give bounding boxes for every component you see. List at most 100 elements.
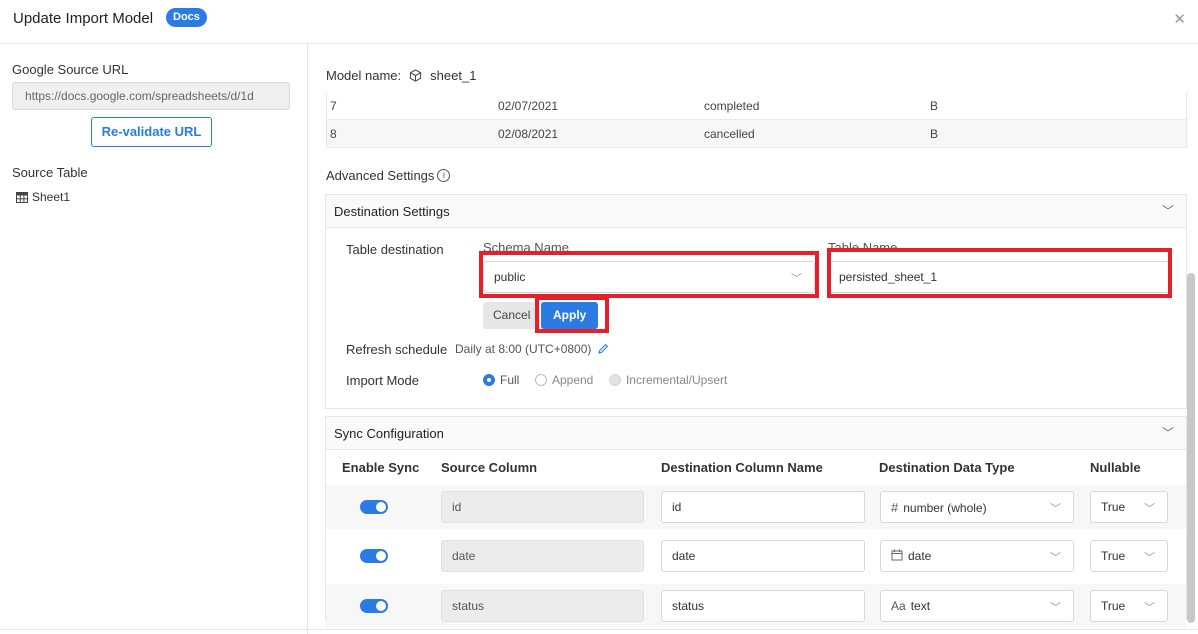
nullable-select[interactable]: True ﹀ (1090, 590, 1168, 622)
refresh-schedule-value: Daily at 8:00 (UTC+0800) (455, 342, 592, 356)
table-name-label: Table Name (828, 240, 898, 255)
modal-header: Update Import Model Docs ✕ (0, 0, 1198, 44)
cell: completed (704, 99, 760, 113)
destination-column-input[interactable]: status (661, 590, 865, 622)
destination-column-input[interactable]: id (661, 491, 865, 523)
radio-label: Full (500, 373, 520, 387)
source-table-label: Source Table (12, 165, 88, 180)
nullable-value: True (1101, 599, 1126, 613)
sync-configuration-header[interactable]: Sync Configuration ﹀ (326, 417, 1186, 450)
radio-append[interactable]: Append (534, 373, 594, 387)
schema-select[interactable]: public ﹀ (483, 261, 815, 293)
data-type-select[interactable]: date ﹀ (880, 540, 1074, 572)
info-icon[interactable]: i (437, 169, 451, 182)
table-destination-label: Table destination (346, 242, 444, 257)
data-type-value: date (908, 549, 932, 563)
chevron-down-icon: ﹀ (1144, 552, 1155, 564)
nullable-value: True (1101, 500, 1126, 514)
revalidate-url-button[interactable]: Re-validate URL (91, 117, 212, 147)
chevron-down-icon: ﹀ (791, 273, 802, 285)
scrollbar[interactable] (1187, 273, 1195, 623)
data-type-value: number (whole) (903, 501, 987, 515)
column-header: Enable Sync (342, 460, 420, 475)
source-column-field: status (441, 590, 644, 622)
radio-selected-icon (483, 374, 495, 386)
destination-column-input[interactable]: date (661, 540, 865, 572)
cell: B (930, 99, 939, 113)
column-header: Nullable (1090, 460, 1141, 475)
divider (0, 629, 1198, 630)
radio-disabled-icon (608, 374, 621, 386)
advanced-settings-label: Advanced Settings (326, 168, 435, 183)
chevron-down-icon[interactable]: ﹀ (1162, 202, 1174, 219)
sync-configuration-title: Sync Configuration (334, 426, 444, 441)
sync-configuration-body: Enable Sync Source Column Destination Co… (326, 450, 1186, 628)
table-row: 8 02/08/2021 cancelled B (327, 120, 1186, 148)
column-header: Destination Data Type (879, 460, 1015, 475)
radio-full[interactable]: Full (483, 373, 519, 387)
cube-icon (410, 69, 422, 82)
nullable-select[interactable]: True ﹀ (1090, 491, 1168, 523)
enable-sync-toggle[interactable] (360, 599, 388, 613)
chevron-down-icon: ﹀ (1144, 503, 1155, 515)
table-name-input[interactable]: persisted_sheet_1 (828, 261, 1169, 293)
table-row: 7 02/07/2021 completed B (327, 92, 1186, 120)
apply-button[interactable]: Apply (541, 302, 599, 329)
nullable-select[interactable]: True ﹀ (1090, 540, 1168, 572)
enable-sync-toggle[interactable] (360, 549, 388, 563)
table-grid-icon (16, 191, 28, 203)
import-mode-label: Import Mode (346, 373, 419, 388)
hash-icon: # (891, 500, 899, 515)
source-url-input[interactable]: https://docs.google.com/spreadsheets/d/1… (12, 82, 290, 110)
pencil-icon[interactable] (597, 343, 609, 355)
source-panel: Google Source URL https://docs.google.co… (0, 44, 308, 634)
preview-table: 7 02/07/2021 completed B 8 02/08/2021 ca… (326, 92, 1187, 148)
cancel-button[interactable]: Cancel (483, 302, 541, 329)
cell: 02/07/2021 (498, 99, 559, 113)
destination-settings-title: Destination Settings (334, 204, 450, 219)
chevron-down-icon: ﹀ (1050, 602, 1061, 614)
sync-configuration-card: Sync Configuration ﹀ Enable Sync Source … (325, 416, 1187, 628)
refresh-schedule-label: Refresh schedule (346, 342, 448, 357)
radio-empty-icon (534, 374, 547, 386)
chevron-down-icon[interactable]: ﹀ (1162, 424, 1174, 441)
chevron-down-icon: ﹀ (1050, 503, 1061, 515)
modal-title: Update Import Model (13, 10, 154, 27)
model-name: Model name: sheet_1 (326, 68, 476, 83)
cell: 7 (330, 99, 337, 113)
docs-badge[interactable]: Docs (166, 8, 207, 27)
radio-incremental[interactable]: Incremental/Upsert (608, 373, 728, 387)
google-source-url-label: Google Source URL (12, 62, 129, 77)
main-panel: Model name: sheet_1 7 02/07/2021 complet… (309, 44, 1198, 634)
column-header: Destination Column Name (661, 460, 823, 475)
model-name-label: Model name: (326, 68, 402, 83)
cell: 02/08/2021 (498, 127, 559, 141)
import-mode-radios: Full Append Incremental/Upsert (483, 373, 739, 389)
data-type-value: text (910, 599, 931, 613)
cell: 8 (330, 127, 337, 141)
model-name-value: sheet_1 (430, 68, 477, 83)
sheet-name: Sheet1 (32, 190, 71, 204)
table-name-value: persisted_sheet_1 (839, 270, 938, 284)
close-icon[interactable]: ✕ (1173, 10, 1186, 28)
radio-label: Append (551, 373, 594, 387)
source-column-field: date (441, 540, 644, 572)
cell: cancelled (704, 127, 755, 141)
advanced-settings: Advanced Settings i (326, 168, 451, 183)
enable-sync-toggle[interactable] (360, 500, 388, 514)
destination-settings-card: Destination Settings ﹀ Table destination… (325, 194, 1187, 409)
chevron-down-icon: ﹀ (1050, 552, 1061, 564)
text-type-icon: Aa (891, 599, 906, 613)
data-type-select[interactable]: # number (whole) ﹀ (880, 491, 1074, 523)
sheet-list-item[interactable]: Sheet1 (16, 190, 70, 204)
chevron-down-icon: ﹀ (1144, 602, 1155, 614)
source-column-field: id (441, 491, 644, 523)
destination-settings-header[interactable]: Destination Settings ﹀ (326, 195, 1186, 228)
schema-name-label: Schema Name (483, 240, 569, 255)
schema-select-value: public (494, 270, 526, 284)
data-type-select[interactable]: Aa text ﹀ (880, 590, 1074, 622)
radio-label: Incremental/Upsert (625, 373, 728, 387)
cell: B (930, 127, 939, 141)
destination-settings-body: Table destination Schema Name Table Name… (326, 228, 1186, 408)
refresh-schedule: Daily at 8:00 (UTC+0800) (455, 342, 609, 356)
